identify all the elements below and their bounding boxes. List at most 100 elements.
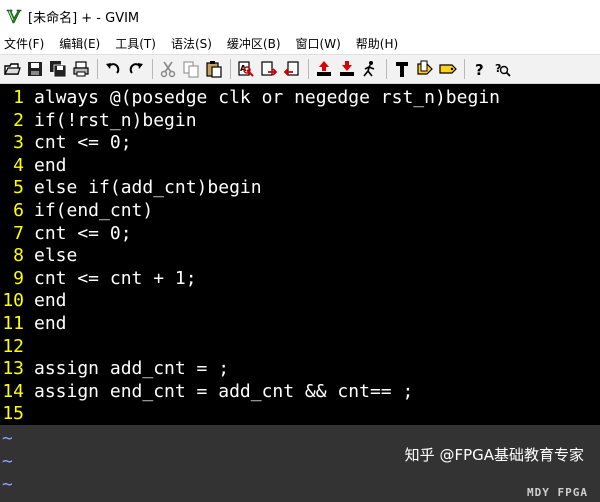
line-text[interactable]: cnt <= cnt + 1; (34, 268, 197, 291)
line-number: 9 (13, 267, 24, 289)
help-button[interactable]: ? (470, 59, 490, 79)
line-text[interactable]: always @(posedge clk or negedge rst_n)be… (34, 87, 500, 110)
save-all-button[interactable] (48, 59, 68, 79)
copy-button[interactable] (181, 59, 201, 79)
line-text[interactable]: cnt <= 0; (34, 223, 132, 246)
menu-tools[interactable]: 工具(T) (115, 35, 156, 52)
undo-button[interactable] (103, 59, 123, 79)
toolbar: A ? ? (0, 54, 600, 84)
svg-text:?: ? (475, 61, 484, 78)
line-number: 3 (13, 132, 24, 154)
find-prev-button[interactable] (282, 59, 302, 79)
line-text[interactable]: else if(add_cnt)begin (34, 177, 262, 200)
code-line[interactable]: 14 assign end_cnt = add_cnt && cnt== ; (0, 381, 600, 404)
load-session-button[interactable] (314, 59, 334, 79)
menu-help[interactable]: 帮助(H) (356, 35, 398, 52)
find-replace-icon: A (238, 61, 254, 77)
print-button[interactable] (71, 59, 91, 79)
line-text[interactable]: cnt <= 0; (34, 132, 132, 155)
line-number: 15 (2, 403, 24, 425)
tag-jump-button[interactable] (438, 59, 458, 79)
code-line[interactable]: 6 if(end_cnt) (0, 200, 600, 223)
save-button[interactable] (25, 59, 45, 79)
run-script-button[interactable] (360, 59, 380, 79)
tag-jump-icon (439, 64, 457, 74)
toolbar-separator (97, 59, 98, 79)
toolbar-separator (464, 59, 465, 79)
paste-icon (206, 61, 222, 78)
make-button[interactable] (392, 59, 412, 79)
menu-edit[interactable]: 编辑(E) (59, 35, 100, 52)
svg-text:A: A (240, 64, 247, 73)
find-prev-icon (283, 61, 299, 76)
line-text[interactable]: end (34, 313, 67, 336)
line-text[interactable]: if(end_cnt) (34, 200, 153, 223)
code-line[interactable]: 11 end (0, 313, 600, 336)
line-number: 4 (13, 154, 24, 176)
code-line[interactable]: 13 assign add_cnt = ; (0, 358, 600, 381)
code-line[interactable]: 5 else if(add_cnt)begin (0, 177, 600, 200)
undo-icon (106, 63, 120, 74)
code-line[interactable]: 2 if(!rst_n)begin (0, 110, 600, 133)
paste-button[interactable] (204, 59, 224, 79)
save-all-icon (50, 61, 67, 78)
open-button[interactable] (2, 59, 22, 79)
menu-buffers[interactable]: 缓冲区(B) (227, 35, 281, 52)
code-line[interactable]: 12 (0, 336, 600, 359)
code-line[interactable]: 3 cnt <= 0; (0, 132, 600, 155)
line-number: 8 (13, 245, 24, 267)
print-icon (73, 61, 89, 77)
code-buffer[interactable]: 1 always @(posedge clk or negedge rst_n)b… (0, 84, 600, 425)
line-text[interactable]: else (34, 245, 77, 268)
line-text[interactable]: if(!rst_n)begin (34, 110, 197, 133)
load-session-icon (317, 61, 331, 76)
run-script-icon (363, 61, 375, 77)
save-icon (28, 62, 42, 76)
line-number: 5 (13, 177, 24, 199)
editor-area[interactable]: 1 always @(posedge clk or negedge rst_n)b… (0, 84, 600, 502)
find-help-button[interactable]: ? (493, 59, 513, 79)
line-number: 2 (13, 109, 24, 131)
cut-button[interactable] (158, 59, 178, 79)
code-line[interactable]: 9 cnt <= cnt + 1; (0, 268, 600, 291)
line-number: 1 (13, 87, 24, 108)
run-ctags-button[interactable] (415, 59, 435, 79)
cut-icon (160, 61, 176, 78)
code-line[interactable]: 15 (0, 403, 600, 426)
line-number: 11 (2, 312, 24, 334)
line-text[interactable]: end (34, 155, 67, 178)
line-number: 10 (2, 290, 24, 312)
code-line[interactable]: 7 cnt <= 0; (0, 223, 600, 246)
toolbar-separator (230, 59, 231, 79)
toolbar-separator (308, 59, 309, 79)
menu-file[interactable]: 文件(F) (4, 35, 44, 52)
run-ctags-icon (417, 60, 433, 75)
find-next-button[interactable] (259, 59, 279, 79)
tilde-marker: ~ (2, 474, 13, 495)
find-help-icon: ? (495, 62, 511, 77)
toolbar-separator (152, 59, 153, 79)
menu-syntax[interactable]: 语法(S) (171, 35, 212, 52)
toolbar-separator (386, 59, 387, 79)
line-text[interactable]: assign end_cnt = add_cnt && cnt== ; (34, 381, 413, 404)
code-line[interactable]: 1 always @(posedge clk or negedge rst_n)b… (0, 87, 600, 110)
find-next-icon (261, 61, 278, 76)
menu-window[interactable]: 窗口(W) (296, 35, 341, 52)
code-line[interactable]: 10 end (0, 290, 600, 313)
line-number: 14 (2, 380, 24, 402)
line-text[interactable]: end (34, 290, 67, 313)
code-line[interactable]: 4 end (0, 155, 600, 178)
find-replace-button[interactable]: A (236, 59, 256, 79)
line-text[interactable]: assign add_cnt = ; (34, 358, 229, 381)
copy-icon (183, 61, 199, 78)
title-bar: [未命名] + - GVIM (0, 0, 600, 32)
menu-bar: 文件(F) 编辑(E) 工具(T) 语法(S) 缓冲区(B) 窗口(W) 帮助(… (0, 32, 600, 54)
line-number: 13 (2, 358, 24, 380)
save-session-button[interactable] (337, 59, 357, 79)
help-icon: ? (475, 61, 484, 78)
line-number: 7 (13, 222, 24, 244)
code-line[interactable]: 8 else (0, 245, 600, 268)
redo-icon (129, 63, 143, 74)
redo-button[interactable] (126, 59, 146, 79)
line-number: 12 (2, 335, 24, 357)
